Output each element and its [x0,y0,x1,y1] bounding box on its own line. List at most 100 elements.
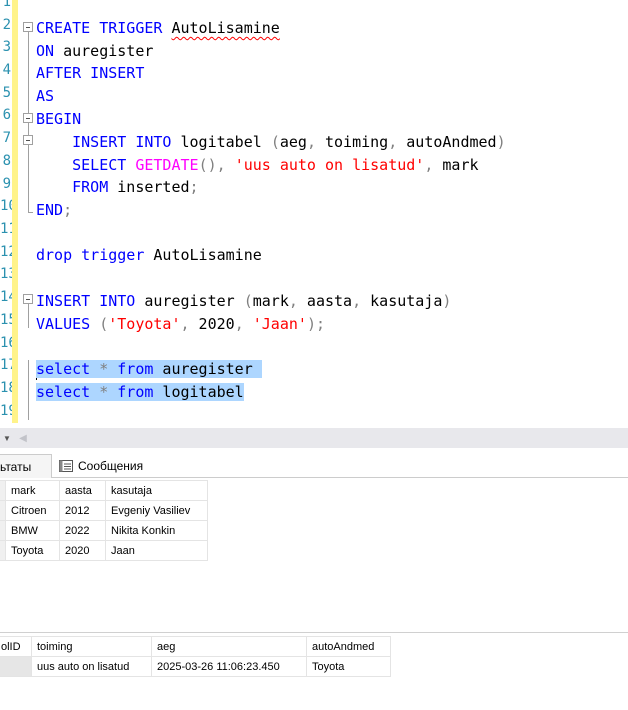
fold-guide-end [28,212,33,213]
identifier: inserted [108,178,190,196]
horizontal-scrollbar[interactable]: ▼ ◀ [0,428,628,448]
operator: , [352,292,362,310]
fold-guide [28,304,29,328]
identifier: auregister [153,360,262,378]
table-cell[interactable]: Toyota [5,540,60,561]
operator: ) [442,292,452,310]
operator: ; [63,201,73,219]
code-line: AS [36,85,54,108]
line-number: 12 [0,244,12,260]
identifier: auregister [54,42,154,60]
query-editor[interactable]: 1 2 3 4 5 6 7 8 9 10 11 12 13 14 15 16 1… [0,0,628,428]
fold-toggle-icon[interactable] [23,22,33,32]
line-number: 6 [2,107,11,123]
table-cell[interactable]: 2025-03-26 11:06:23.450 [151,656,307,677]
column-header[interactable]: mark [5,480,60,501]
table-row: uus auto on lisatud 2025-03-26 11:06:23.… [0,656,391,677]
operator: ( [243,292,253,310]
results-grid-auregister[interactable]: mark aasta kasutaja Citroen 2012 Evgeniy… [0,480,208,561]
column-header[interactable]: olID [0,636,32,657]
keyword: INSERT INTO [36,292,136,310]
change-marker [12,0,18,423]
table-cell[interactable]: 2012 [59,500,106,521]
table-cell[interactable]: Citroen [5,500,60,521]
table-cell[interactable]: Nikita Konkin [105,520,208,541]
results-tab-bar: льтаты Сообщения [0,454,628,478]
line-number: 8 [2,153,11,169]
scroll-left-arrow-icon[interactable]: ◀ [16,428,30,448]
table-row: Toyota 2020 Jaan [0,540,208,561]
keyword: select [36,360,91,378]
keyword: SELECT [36,156,127,174]
table-cell[interactable]: BMW [5,520,60,541]
tab-messages-label: Сообщения [78,459,144,473]
line-number: 11 [0,221,12,237]
keyword: from [108,360,154,378]
identifier: AutoLisamine [144,246,262,264]
identifier: toiming [315,133,389,151]
number-literal: 2020 [189,315,235,333]
table-cell[interactable]: uus auto on lisatud [31,656,152,677]
results-divider[interactable] [0,632,628,633]
table-cell-selected[interactable] [0,656,32,677]
table-cell[interactable]: 2022 [59,520,106,541]
tab-results[interactable]: льтаты [0,454,52,478]
keyword: AFTER INSERT [36,64,145,82]
column-header[interactable]: kasutaja [105,480,208,501]
grid-header-row: olID toiming aeg autoAndmed [0,636,391,657]
identifier: AutoLisamine [171,19,280,37]
operator: (), [198,156,226,174]
table-cell[interactable]: Evgeniy Vasiliev [105,500,208,521]
table-cell[interactable]: Toyota [306,656,391,677]
line-number: 5 [2,85,11,101]
line-number: 15 [0,312,12,328]
code-line: INSERT INTO logitabel (aeg, toiming, aut… [36,131,506,154]
operator: ) [496,133,506,151]
keyword: CREATE TRIGGER [36,19,163,37]
operator: * [90,383,109,401]
fold-toggle-icon[interactable] [23,113,33,123]
operator: ); [306,315,325,333]
column-header[interactable]: aeg [151,636,307,657]
code-line: ON auregister [36,40,153,63]
fold-toggle-icon[interactable] [23,294,33,304]
keyword: BEGIN [36,110,82,128]
identifier: mark [252,292,289,310]
operator: * [90,360,109,378]
identifier: mark [433,156,479,174]
line-number: 4 [2,62,11,78]
line-number: 18 [0,380,12,396]
code-line: END; [36,199,72,222]
line-number: 16 [0,335,12,351]
messages-icon [59,460,73,472]
identifier: logitabel [171,133,271,151]
column-header[interactable]: toiming [31,636,152,657]
operator: , [288,292,298,310]
identifier: aeg [279,133,307,151]
operator: ( [90,315,109,333]
grid-header-row: mark aasta kasutaja [0,480,208,501]
line-number: 9 [2,176,11,192]
tab-messages[interactable]: Сообщения [56,454,156,478]
line-number: 3 [2,39,11,55]
code-line: CREATE TRIGGER AutoLisamine [36,17,280,40]
code-line: FROM inserted; [36,176,198,199]
fold-toggle-icon[interactable] [23,135,33,145]
code-line: BEGIN [36,108,81,131]
column-header[interactable]: aasta [59,480,106,501]
line-number: 10 [0,198,12,214]
operator: , [234,315,244,333]
identifier: logitabel [153,383,244,401]
line-number: 13 [0,266,12,282]
table-cell[interactable]: 2020 [59,540,106,561]
column-header[interactable]: autoAndmed [306,636,391,657]
identifier: auregister [135,292,244,310]
results-grid-logitabel[interactable]: olID toiming aeg autoAndmed uus auto on … [0,636,391,677]
table-cell[interactable]: Jaan [105,540,208,561]
code-line: VALUES ('Toyota', 2020, 'Jaan'); [36,313,325,336]
code-line-selected: select * from logitabel [36,381,244,404]
keyword: AS [36,87,55,105]
operator: ( [270,133,280,151]
function: GETDATE [135,156,199,174]
chevron-down-icon[interactable]: ▼ [0,428,14,448]
